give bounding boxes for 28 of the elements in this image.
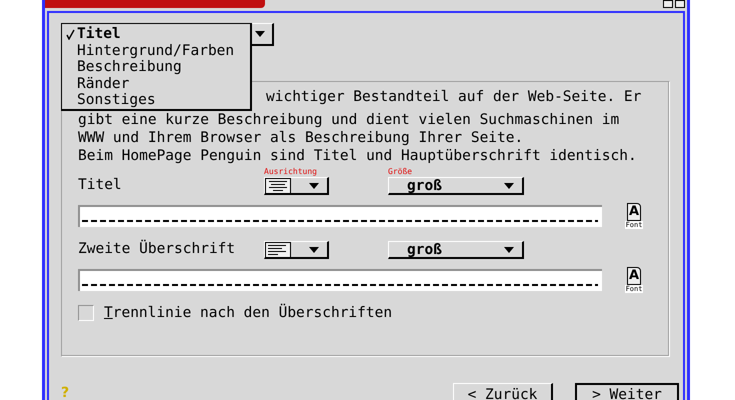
checkbox[interactable] — [78, 305, 94, 321]
menu-item[interactable]: Sonstiges — [77, 92, 156, 108]
checkbox-label[interactable]: Trennlinie nach den Überschriften — [104, 305, 392, 321]
alignment-dropdown[interactable] — [264, 241, 329, 259]
wizard-button[interactable]: < Zurück — [453, 383, 553, 400]
dropdown-arrow-icon — [255, 31, 265, 37]
description-text: Beim HomePage Penguin sind Titel und Hauptüberschrift identisch. — [78, 147, 637, 165]
wizard-button[interactable]: > Weiter — [575, 383, 679, 400]
heading-input-field[interactable] — [78, 205, 602, 227]
alignment-caption: Ausrichtung — [264, 167, 318, 177]
menu-item[interactable]: Ränder — [77, 76, 130, 92]
menu-item[interactable]: Hintergrund/Farben — [77, 42, 234, 59]
size-dropdown[interactable]: groß — [388, 177, 524, 195]
menu-item[interactable]: Titel — [77, 26, 121, 42]
size-dropdown[interactable]: groß — [388, 241, 524, 259]
menu-item[interactable]: Beschreibung — [77, 59, 182, 76]
description-text: WWW und Ihrem Browser als Beschreibung Ihrer Seite. — [78, 129, 524, 147]
dropdown-arrow-icon — [309, 246, 319, 252]
heading-label: Zweite Überschrift — [78, 241, 236, 259]
heading-input-field[interactable] — [78, 269, 602, 291]
dropdown-arrow-icon — [309, 182, 319, 188]
description-text: wichtiger Bestandteil auf der Web-Seite. Er — [266, 88, 642, 106]
alignment-dropdown[interactable] — [264, 177, 329, 195]
size-caption: Größe — [388, 167, 414, 177]
heading-label: Titel — [78, 177, 123, 195]
dropdown-arrow-icon — [504, 246, 514, 252]
dropdown-arrow-icon — [504, 182, 514, 188]
description-text: gibt eine kurze Beschreibung und dient vielen Suchmaschinen im — [78, 111, 620, 129]
